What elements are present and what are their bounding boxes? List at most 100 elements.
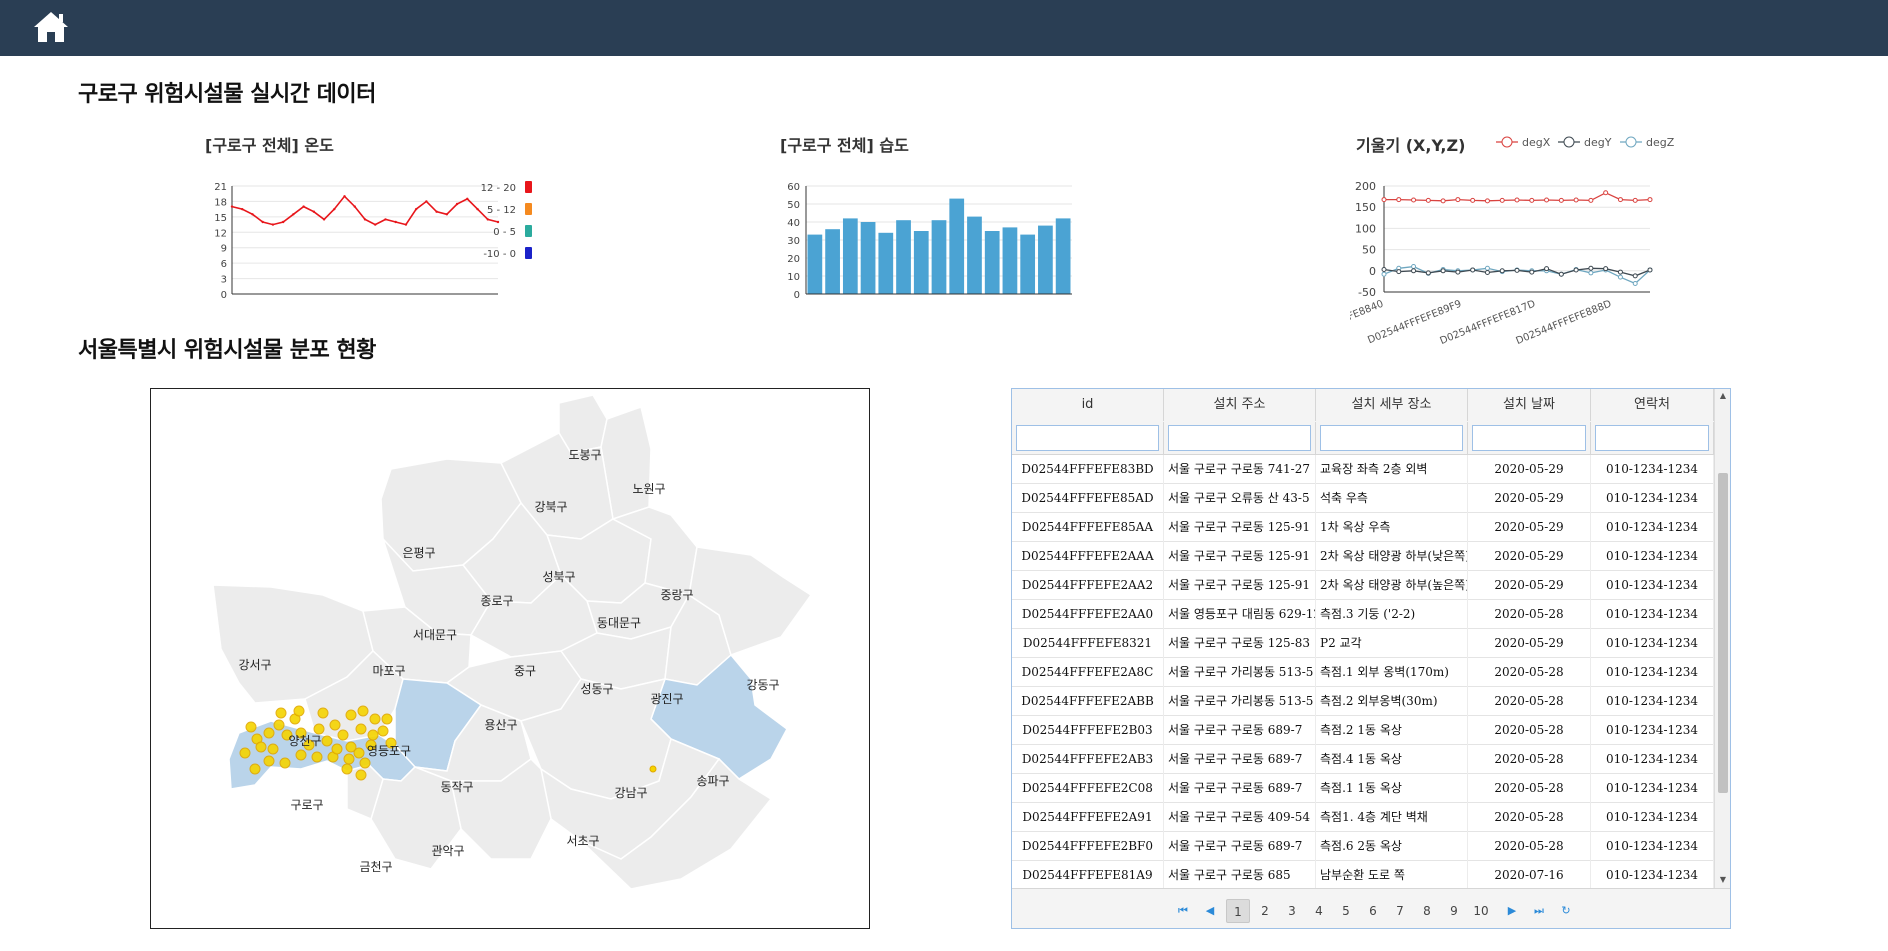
table-row[interactable]: D02544FFFEFE2AAA 서울 구로구 구로동 125-91 2차 옥상 태… <box>1012 542 1714 571</box>
humidity-bar <box>1002 227 1018 294</box>
refresh-icon[interactable]: ↻ <box>1555 899 1577 923</box>
column-header[interactable]: 설치 날짜 <box>1468 389 1591 421</box>
page-number[interactable]: 7 <box>1388 899 1412 923</box>
table-cell: D02544FFFEFE2AAA <box>1012 542 1164 571</box>
facility-marker[interactable] <box>345 709 357 721</box>
facility-marker[interactable] <box>263 727 275 739</box>
facility-marker[interactable] <box>381 713 393 725</box>
degX-point <box>1411 197 1417 203</box>
table-cell: 서울 구로구 구로동 125-91 <box>1164 513 1316 542</box>
facility-marker[interactable] <box>341 763 353 775</box>
facility-marker[interactable] <box>249 763 261 775</box>
table-cell: 측점.2 1동 옥상 <box>1316 716 1468 745</box>
facility-marker[interactable] <box>353 747 365 759</box>
next-page-icon[interactable]: ▶ <box>1501 899 1523 923</box>
table-cell: 010-1234-1234 <box>1591 803 1714 832</box>
page-number[interactable]: 5 <box>1334 899 1358 923</box>
column-filter <box>1012 422 1164 454</box>
table-row[interactable]: D02544FFFEFE2A91 서울 구로구 구로동 409-54 측점1. 4층… <box>1012 803 1714 832</box>
column-filter-input[interactable] <box>1320 425 1463 451</box>
facility-marker[interactable] <box>355 723 367 735</box>
table-row[interactable]: D02544FFFEFE83BD 서울 구로구 구로동 741-27 교육장 좌측 … <box>1012 455 1714 484</box>
table-row[interactable]: D02544FFFEFE2C08 서울 구로구 구로동 689-7 측점.1 1동 … <box>1012 774 1714 803</box>
table-row[interactable]: D02544FFFEFE2AA0 서울 영등포구 대림동 629-12 측점.3 기… <box>1012 600 1714 629</box>
humidity-bar <box>1038 225 1053 294</box>
facility-marker[interactable] <box>275 707 287 719</box>
facility-marker[interactable] <box>357 705 369 717</box>
grid-body[interactable]: D02544FFFEFE83BD 서울 구로구 구로동 741-27 교육장 좌측 … <box>1012 455 1714 888</box>
y-tick-label: 10 <box>787 272 800 283</box>
facility-marker[interactable] <box>367 729 379 741</box>
column-header[interactable]: 설치 세부 장소 <box>1316 389 1468 421</box>
column-header[interactable]: 연락처 <box>1591 389 1714 421</box>
table-row[interactable]: D02544FFFEFE2AA2 서울 구로구 구로동 125-91 2차 옥상 태… <box>1012 571 1714 600</box>
facility-marker[interactable] <box>273 719 285 731</box>
table-cell: 010-1234-1234 <box>1591 716 1714 745</box>
column-header[interactable]: id <box>1012 389 1164 421</box>
facility-marker[interactable] <box>311 751 323 763</box>
facility-marker[interactable] <box>369 713 381 725</box>
page-number[interactable]: 8 <box>1415 899 1439 923</box>
degX-point <box>1396 197 1402 203</box>
table-cell: D02544FFFEFE8321 <box>1012 629 1164 658</box>
column-filter-input[interactable] <box>1016 425 1159 451</box>
table-row[interactable]: D02544FFFEFE2A8C 서울 구로구 가리봉동 513-5 측점.1 외부… <box>1012 658 1714 687</box>
facility-marker[interactable] <box>317 707 329 719</box>
page-number[interactable]: 2 <box>1253 899 1277 923</box>
facility-marker[interactable] <box>239 747 251 759</box>
table-row[interactable]: D02544FFFEFE2ABB 서울 구로구 가리봉동 513-5 측점.2 외부… <box>1012 687 1714 716</box>
facility-marker[interactable] <box>255 741 267 753</box>
table-row[interactable]: D02544FFFEFE8321 서울 구로구 구로동 125-83 P2 교각 20… <box>1012 629 1714 658</box>
temperature-point <box>486 218 489 221</box>
scroll-down-icon[interactable]: ▼ <box>1715 873 1730 887</box>
page-number[interactable]: 4 <box>1307 899 1331 923</box>
page-number[interactable]: 9 <box>1442 899 1466 923</box>
facility-marker[interactable] <box>267 743 279 755</box>
table-cell: 측점.3 기둥 ('2-2) <box>1316 600 1468 629</box>
facility-marker[interactable] <box>355 769 367 781</box>
seoul-map[interactable]: 도봉구 노원구 강북구 은평구 성북구 종로구 중랑구 서대문구 동대문구 강서구 마포구 중구 성동구… <box>150 388 870 929</box>
table-row[interactable]: D02544FFFEFE85AA 서울 구로구 구로동 125-91 1차 옥상 우… <box>1012 513 1714 542</box>
facility-marker[interactable] <box>295 749 307 761</box>
y-tick-label: 15 <box>214 213 227 224</box>
facility-marker[interactable] <box>293 705 305 717</box>
table-row[interactable]: D02544FFFEFE85AD 서울 구로구 오류동 산 43-5 석축 우측 20… <box>1012 484 1714 513</box>
facility-marker[interactable] <box>343 753 355 765</box>
facility-marker[interactable] <box>329 719 341 731</box>
facility-marker[interactable] <box>377 725 389 737</box>
column-filter-input[interactable] <box>1168 425 1311 451</box>
table-row[interactable]: D02544FFFEFE81A9 서울 구로구 구로동 685 남부순환 도로 쪽2… <box>1012 861 1714 888</box>
degY-point <box>1647 267 1653 273</box>
home-icon[interactable] <box>32 10 70 44</box>
prev-page-icon[interactable]: ◀ <box>1199 899 1221 923</box>
page-number[interactable]: 3 <box>1280 899 1304 923</box>
grid-scrollbar[interactable]: ▲ ▼ <box>1714 389 1730 888</box>
last-page-icon[interactable]: ⏭ <box>1528 899 1550 923</box>
facility-marker[interactable] <box>263 755 275 767</box>
page-number[interactable]: 1 <box>1226 899 1250 923</box>
facility-marker[interactable] <box>279 757 291 769</box>
table-row[interactable]: D02544FFFEFE2B03 서울 구로구 구로동 689-7 측점.2 1동 … <box>1012 716 1714 745</box>
table-cell: 010-1234-1234 <box>1591 658 1714 687</box>
facility-marker[interactable] <box>321 735 333 747</box>
table-cell: 2020-05-28 <box>1468 600 1591 629</box>
facility-marker[interactable] <box>313 723 325 735</box>
district-label: 노원구 <box>632 482 665 496</box>
page-number[interactable]: 6 <box>1361 899 1385 923</box>
column-filter-input[interactable] <box>1472 425 1586 451</box>
district-label: 강남구 <box>614 786 647 800</box>
facility-marker[interactable] <box>359 757 371 769</box>
table-row[interactable]: D02544FFFEFE2BF0 서울 구로구 구로동 689-7 측점.6 2동 … <box>1012 832 1714 861</box>
facility-marker[interactable] <box>649 765 657 773</box>
page-number[interactable]: 10 <box>1469 899 1493 923</box>
scroll-thumb[interactable] <box>1718 473 1728 793</box>
scroll-up-icon[interactable]: ▲ <box>1715 389 1730 403</box>
column-header[interactable]: 설치 주소 <box>1164 389 1316 421</box>
facility-marker[interactable] <box>337 729 349 741</box>
column-filter-input[interactable] <box>1595 425 1709 451</box>
table-cell: 서울 구로구 구로동 741-27 <box>1164 455 1316 484</box>
facility-marker[interactable] <box>245 721 257 733</box>
table-row[interactable]: D02544FFFEFE2AB3 서울 구로구 구로동 689-7 측점.4 1동 … <box>1012 745 1714 774</box>
first-page-icon[interactable]: ⏮ <box>1172 899 1194 923</box>
facility-marker[interactable] <box>331 743 343 755</box>
